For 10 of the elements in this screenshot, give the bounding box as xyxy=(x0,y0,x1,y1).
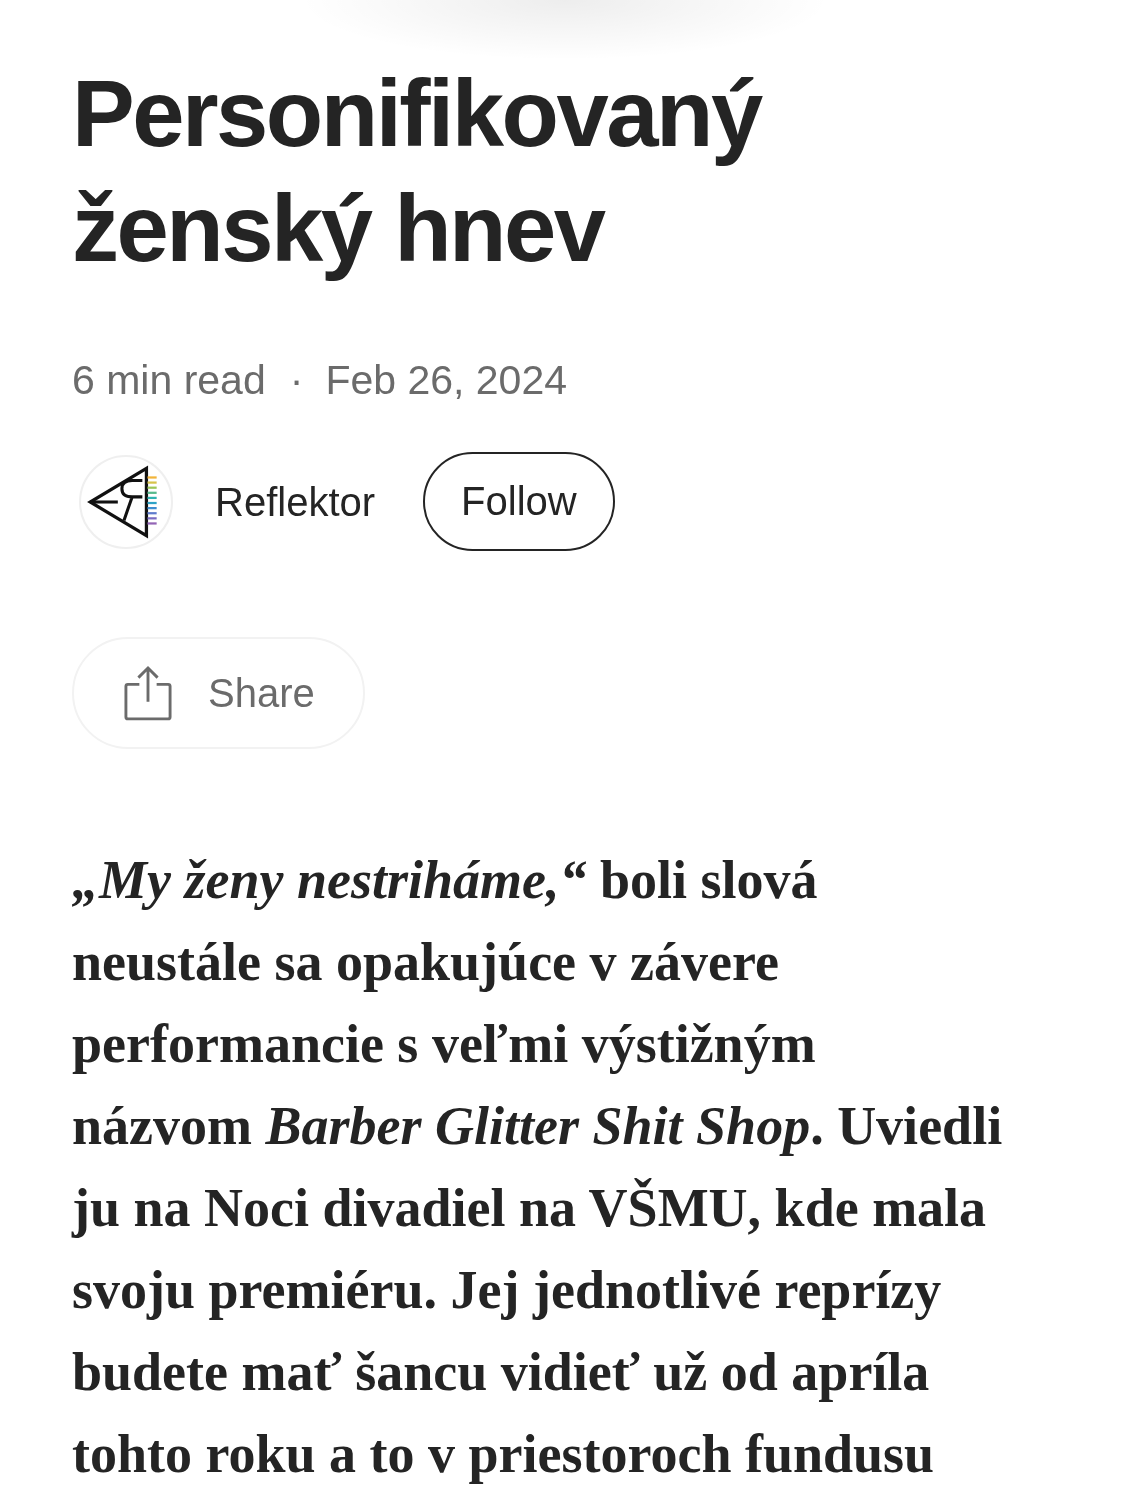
article-title: Personifikovaný ženský hnev xyxy=(72,60,763,283)
article-paragraph: „My ženy nestriháme,“ boli slová neustále sa opakujúce v závere performancie s veľmi výstižným názvom Barber Glitter Shit Shop. Uviedli ju na Noci divadiel na VŠMU, kde mala svoju premiéru. Jej jednotlivé reprízy budete mať šancu vidieť už od apríla tohto roku a to v priestoroch fundusu xyxy=(72,849,1004,1486)
share-icon xyxy=(124,665,172,721)
read-time: 6 min read xyxy=(72,356,266,404)
publication-name-link[interactable]: Reflektor xyxy=(215,477,376,526)
publish-date: Feb 26, 2024 xyxy=(325,356,567,404)
follow-button[interactable]: Follow xyxy=(423,452,615,551)
share-button[interactable]: Share xyxy=(72,637,365,749)
separator-dot: · xyxy=(289,356,304,404)
publication-logo-icon[interactable] xyxy=(79,454,173,549)
